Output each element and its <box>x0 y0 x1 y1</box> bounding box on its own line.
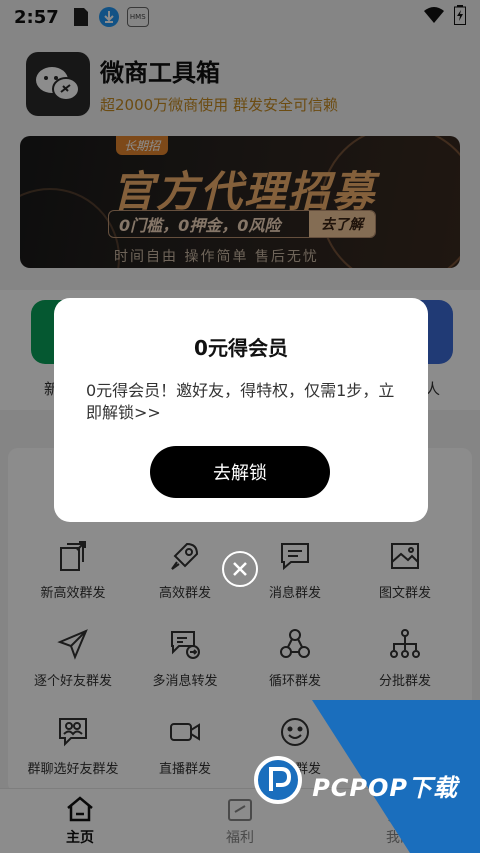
dialog-title: 0元得会员 <box>194 336 288 360</box>
watermark-text: PCPOP下载 <box>312 774 458 802</box>
dialog-body: 0元得会员！邀好友，得特权，仅需1步，立即解锁>> <box>86 381 395 422</box>
close-icon <box>233 562 247 576</box>
unlock-button[interactable]: 去解锁 <box>150 446 330 498</box>
watermark-logo-icon <box>254 756 302 804</box>
watermark: PCPOP下载 <box>300 700 480 853</box>
close-dialog-button[interactable] <box>222 551 258 587</box>
membership-dialog: 0元得会员 0元得会员！邀好友，得特权，仅需1步，立即解锁>> 去解锁 <box>54 298 428 522</box>
